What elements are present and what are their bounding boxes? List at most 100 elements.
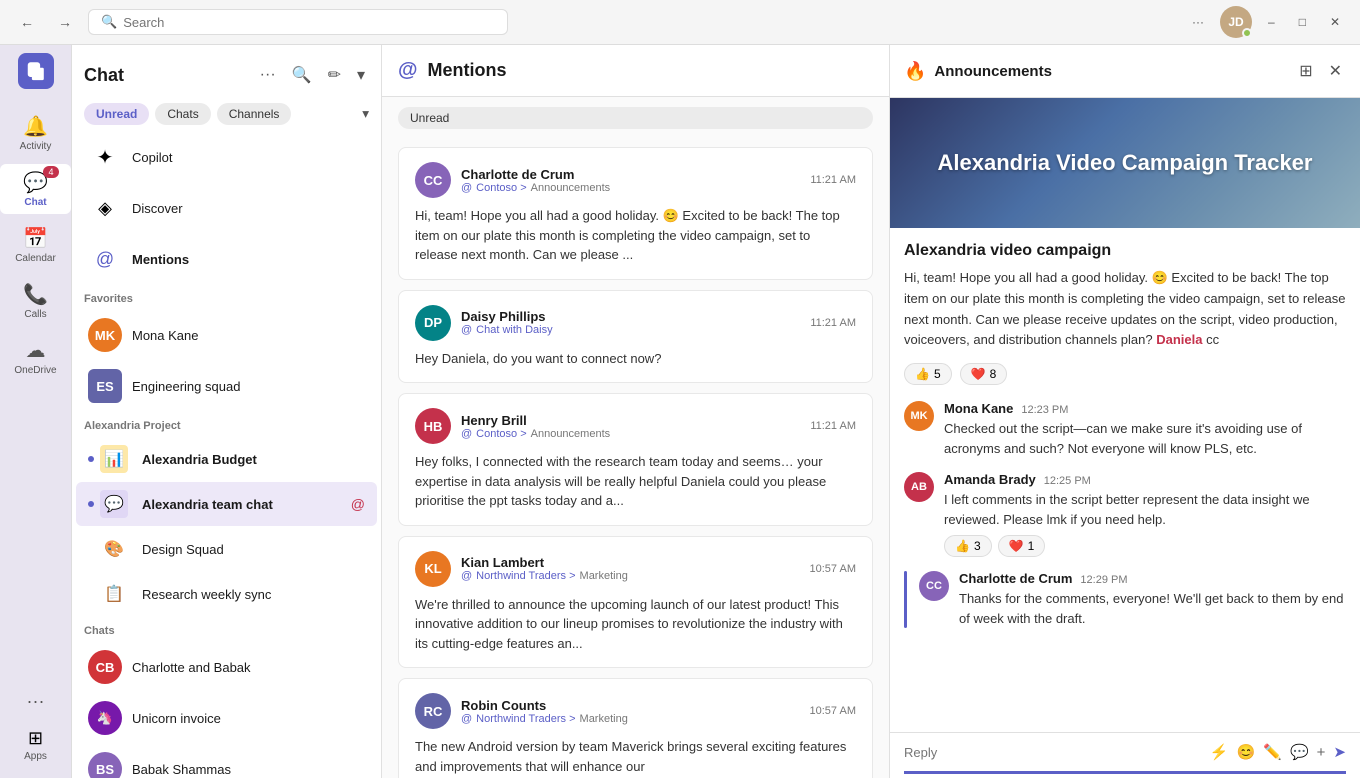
middle-header: @ Mentions [382, 45, 889, 97]
emoji-button[interactable]: 😊 [1237, 743, 1256, 761]
kian-at-icon: @ [461, 570, 472, 582]
announcement-body-text: Hi, team! Hope you all had a good holida… [904, 270, 1346, 347]
message-card-henry[interactable]: HB Henry Brill @ Contoso > Announcements… [398, 393, 873, 526]
sidebar-item-alexandria-team-chat[interactable]: 💬 Alexandria team chat @ [76, 482, 377, 526]
kian-msg-avatar: KL [415, 551, 451, 587]
charlotte-msg-body: Hi, team! Hope you all had a good holida… [415, 206, 856, 265]
henry-channel-name: Announcements [531, 428, 611, 440]
announcement-title: Alexandria video campaign [904, 242, 1346, 260]
favorites-section-label: Favorites [72, 285, 381, 309]
calendar-label: Calendar [15, 253, 56, 264]
budget-label: Alexandria Budget [142, 452, 365, 467]
middle-panel: @ Mentions Unread CC Charlotte de Crum @… [382, 45, 890, 778]
chat-header: Chat ··· 🔍 ✏ ▾ [72, 45, 381, 97]
chat-more-button[interactable]: ··· [256, 62, 280, 88]
daisy-msg-meta: Daisy Phillips @ Chat with Daisy [461, 309, 553, 336]
sidebar-item-charlotte-babak[interactable]: CB Charlotte and Babak [76, 642, 377, 692]
reaction-heart[interactable]: ❤️ 8 [960, 363, 1008, 385]
sidebar-item-research[interactable]: 📋 Research weekly sync [76, 572, 377, 616]
sidebar-item-babak[interactable]: BS Babak Shammas [76, 744, 377, 778]
message-card-robin[interactable]: RC Robin Counts @ Northwind Traders > Ma… [398, 678, 873, 778]
search-input[interactable] [123, 15, 495, 30]
mona-avatar: MK [88, 318, 122, 352]
bullet-icon [88, 456, 94, 462]
onedrive-icon: ☁ [26, 338, 46, 363]
message-card-kian[interactable]: KL Kian Lambert @ Northwind Traders > Ma… [398, 536, 873, 669]
more-options-button[interactable]: ··· [1184, 11, 1212, 33]
attach-button[interactable]: + [1317, 744, 1326, 761]
back-button[interactable]: ← [12, 10, 42, 34]
forward-button[interactable]: → [50, 10, 80, 34]
new-chat-button[interactable]: ✏ [324, 61, 345, 89]
format-button[interactable]: ✏️ [1263, 743, 1282, 761]
reply-charlotte2: CC Charlotte de Crum 12:29 PM Thanks for… [904, 571, 1346, 628]
right-header-buttons: ⊞ ✕ [1295, 57, 1346, 85]
robin-msg-meta: Robin Counts @ Northwind Traders > Marke… [461, 698, 628, 725]
amanda-thumbs-up[interactable]: 👍 3 [944, 535, 992, 557]
unread-chip: Unread [398, 107, 873, 129]
kian-time: 10:57 AM [810, 563, 856, 575]
pop-out-button[interactable]: ⊞ [1295, 57, 1316, 85]
chat-search-button[interactable]: 🔍 [288, 61, 316, 89]
filter-expand-button[interactable]: ▾ [362, 106, 369, 122]
sidebar-item-discover[interactable]: ◈ Discover [76, 183, 377, 233]
babak-label: Babak Shammas [132, 762, 365, 777]
send-button[interactable]: ➤ [1333, 743, 1346, 761]
henry-msg-meta: Henry Brill @ Contoso > Announcements [461, 413, 610, 440]
filter-unread[interactable]: Unread [84, 103, 149, 125]
robin-channel: Northwind Traders > [476, 713, 575, 725]
team-chat-bullet [88, 501, 94, 507]
top-bar-right: ··· JD – □ ✕ [1184, 6, 1348, 38]
sidebar-item-alexandria-budget[interactable]: 📊 Alexandria Budget [76, 437, 377, 481]
chat-sidebar: Chat ··· 🔍 ✏ ▾ Unread Chats Channels ▾ ✦… [72, 45, 382, 778]
sidebar-item-mentions[interactable]: @ Mentions [76, 234, 377, 284]
nav-calls[interactable]: 📞 Calls [0, 276, 71, 326]
design-squad-label: Design Squad [142, 542, 365, 557]
robin-msg-submeta: @ Northwind Traders > Marketing [461, 713, 628, 725]
maximize-button[interactable]: □ [1291, 11, 1314, 33]
charlotte-channel: Contoso > [476, 182, 526, 194]
mention-daniela: Daniela [1156, 332, 1202, 347]
right-title: Announcements [934, 63, 1295, 80]
sidebar-item-mona[interactable]: MK Mona Kane [76, 310, 377, 360]
activity-icon: 🔔 [23, 114, 48, 139]
nav-activity[interactable]: 🔔 Activity [0, 108, 71, 158]
charlotte-babak-avatar: CB [88, 650, 122, 684]
sidebar-item-unicorn[interactable]: 🦄 Unicorn invoice [76, 693, 377, 743]
main-reactions: 👍 5 ❤️ 8 [904, 363, 1346, 385]
filter-chats[interactable]: Chats [155, 103, 210, 125]
amanda-reactions: 👍 3 ❤️ 1 [944, 535, 1346, 557]
research-label: Research weekly sync [142, 587, 365, 602]
nav-chat[interactable]: 💬 4 Chat [0, 164, 71, 214]
reaction-thumbs-up[interactable]: 👍 5 [904, 363, 952, 385]
message-card-charlotte[interactable]: CC Charlotte de Crum @ Contoso > Announc… [398, 147, 873, 280]
nav-calendar[interactable]: 📅 Calendar [0, 220, 71, 270]
chat-title: Chat [84, 65, 124, 86]
nav-apps[interactable]: ⊞ Apps [0, 722, 71, 768]
nav-onedrive[interactable]: ☁ OneDrive [0, 332, 71, 382]
reply-input[interactable] [904, 745, 1200, 760]
kian-msg-submeta: @ Northwind Traders > Marketing [461, 570, 628, 582]
sidebar-item-copilot[interactable]: ✦ Copilot [76, 132, 377, 182]
nav-more-button[interactable]: ··· [19, 683, 53, 720]
unicorn-label: Unicorn invoice [132, 711, 365, 726]
amanda-reply-content: Amanda Brady 12:25 PM I left comments in… [944, 472, 1346, 557]
close-button[interactable]: ✕ [1322, 11, 1348, 33]
mention-suffix: cc [1206, 332, 1219, 347]
filter-channels[interactable]: Channels [217, 103, 292, 125]
sidebar-item-design-squad[interactable]: 🎨 Design Squad [76, 527, 377, 571]
close-right-button[interactable]: ✕ [1325, 57, 1346, 85]
amanda-heart[interactable]: ❤️ 1 [998, 535, 1046, 557]
sidebar-item-engineering[interactable]: ES Engineering squad [76, 361, 377, 411]
user-avatar[interactable]: JD [1220, 6, 1252, 38]
minimize-button[interactable]: – [1260, 11, 1283, 33]
right-panel: 🔥 Announcements ⊞ ✕ Alexandria Video Cam… [890, 45, 1360, 778]
lightning-button[interactable]: ⚡ [1210, 743, 1229, 761]
henry-channel: Contoso > [476, 428, 526, 440]
daisy-at-icon: @ [461, 324, 472, 336]
sticker-button[interactable]: 💬 [1290, 743, 1309, 761]
filter-arrow-button[interactable]: ▾ [353, 61, 369, 89]
announcement-banner: Alexandria Video Campaign Tracker [890, 98, 1360, 228]
message-card-daisy[interactable]: DP Daisy Phillips @ Chat with Daisy 11:2… [398, 290, 873, 384]
amanda-thumbs-emoji: 👍 [955, 539, 970, 553]
